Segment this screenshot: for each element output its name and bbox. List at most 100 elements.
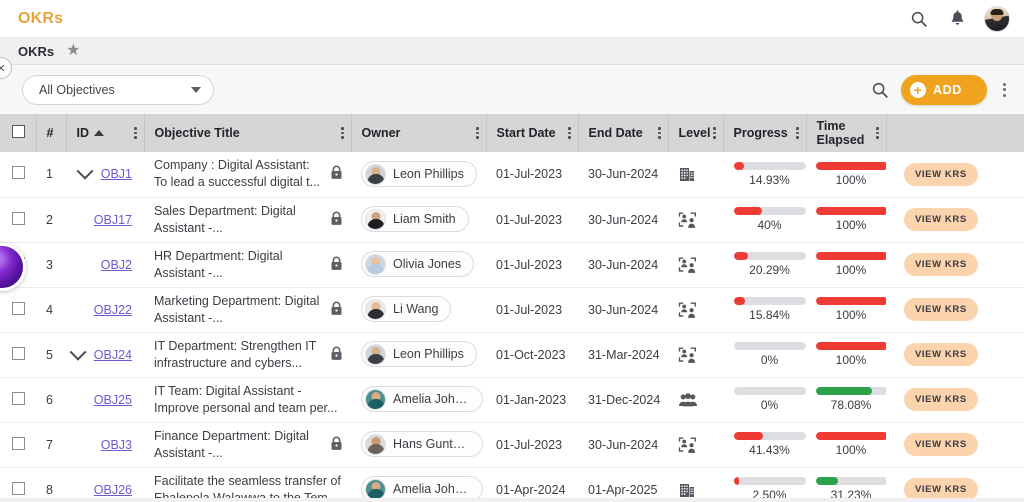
owner-avatar	[365, 164, 386, 185]
view-krs-button[interactable]: VIEW KRS	[904, 163, 978, 186]
objective-id-link[interactable]: OBJ22	[94, 303, 132, 317]
th-progress[interactable]: Progress	[723, 114, 806, 152]
table-row[interactable]: 4OBJ22Marketing Department: Digital Assi…	[0, 287, 1024, 332]
row-title-cell: Marketing Department: Digital Assistant …	[144, 287, 351, 332]
objective-id-link[interactable]: OBJ17	[94, 213, 132, 227]
objective-id-link[interactable]: OBJ25	[94, 393, 132, 407]
end-date: 31-Dec-2024	[588, 393, 660, 407]
select-all-checkbox[interactable]	[12, 125, 25, 138]
row-title-cell: Finance Department: Digital Assistant -.…	[144, 422, 351, 467]
table-search-icon[interactable]	[869, 79, 891, 101]
row-title-cell: IT Team: Digital Assistant - Improve per…	[144, 377, 351, 422]
objective-id-link[interactable]: OBJ2	[101, 258, 132, 272]
row-checkbox[interactable]	[12, 302, 25, 315]
column-menu-icon-elapsed[interactable]	[876, 127, 879, 139]
th-objective-title[interactable]: Objective Title	[144, 114, 351, 152]
time-elapsed-value: 100%	[816, 218, 886, 232]
objective-id-link[interactable]: OBJ1	[101, 167, 132, 181]
objective-id-link[interactable]: OBJ3	[101, 438, 132, 452]
row-progress-cell: 0%	[723, 332, 806, 377]
row-checkbox[interactable]	[12, 482, 25, 495]
row-id-cell: OBJ26	[66, 467, 144, 502]
table-row[interactable]: 2OBJ17Sales Department: Digital Assistan…	[0, 197, 1024, 242]
add-button[interactable]: + ADD	[901, 75, 987, 105]
view-krs-button[interactable]: VIEW KRS	[904, 208, 978, 231]
column-menu-icon-progress[interactable]	[796, 127, 799, 139]
search-icon[interactable]	[908, 8, 930, 30]
lock-icon	[330, 256, 343, 274]
row-checkbox[interactable]	[12, 437, 25, 450]
row-checkbox[interactable]	[12, 392, 25, 405]
owner-chip[interactable]: Hans Gunther	[361, 431, 483, 457]
th-id[interactable]: ID	[66, 114, 144, 152]
objective-title: IT Team: Digital Assistant - Improve per…	[154, 383, 343, 417]
row-progress-cell: 14.93%	[723, 152, 806, 197]
view-krs-button[interactable]: VIEW KRS	[904, 253, 978, 276]
level-department-icon	[678, 436, 723, 454]
table-row[interactable]: 5OBJ24IT Department: Strengthen IT infra…	[0, 332, 1024, 377]
lock-icon	[330, 346, 343, 364]
row-index-cell: 1	[36, 152, 66, 197]
view-krs-button[interactable]: VIEW KRS	[904, 343, 978, 366]
notification-bell-icon[interactable]	[946, 8, 968, 30]
view-krs-button[interactable]: VIEW KRS	[904, 298, 978, 321]
owner-chip[interactable]: Li Wang	[361, 296, 451, 322]
owner-chip[interactable]: Leon Phillips	[361, 161, 477, 187]
owner-chip[interactable]: Olivia Jones	[361, 251, 474, 277]
column-menu-icon-start[interactable]	[568, 127, 571, 139]
row-index: 5	[46, 348, 53, 362]
favorite-star-icon[interactable]: ★	[66, 43, 80, 59]
horizontal-scrollbar[interactable]	[0, 498, 1024, 502]
th-owner[interactable]: Owner	[351, 114, 486, 152]
owner-chip[interactable]: Amelia John...	[361, 386, 483, 412]
column-menu-icon-level[interactable]	[713, 127, 716, 139]
row-select-cell	[0, 152, 36, 197]
objective-id-link[interactable]: OBJ24	[94, 348, 132, 362]
lock-icon	[330, 165, 343, 183]
row-start-date-cell: 01-Jan-2023	[486, 377, 578, 422]
table-row[interactable]: 6OBJ25IT Team: Digital Assistant - Impro…	[0, 377, 1024, 422]
row-elapsed-cell: 100%	[806, 152, 886, 197]
start-date: 01-Jul-2023	[496, 438, 562, 452]
row-checkbox[interactable]	[12, 166, 25, 179]
view-krs-button[interactable]: VIEW KRS	[904, 433, 978, 456]
view-krs-button[interactable]: VIEW KRS	[904, 388, 978, 411]
row-checkbox[interactable]	[12, 347, 25, 360]
kebab-menu-icon[interactable]	[997, 79, 1012, 101]
expand-row-icon[interactable]	[72, 349, 84, 361]
column-menu-icon-id[interactable]	[134, 127, 137, 139]
level-department-icon	[678, 256, 723, 274]
row-end-date-cell: 30-Jun-2024	[578, 422, 668, 467]
expand-row-icon[interactable]	[79, 168, 91, 180]
th-start-date[interactable]: Start Date	[486, 114, 578, 152]
lock-icon	[330, 436, 343, 454]
owner-avatar	[365, 209, 386, 230]
column-menu-icon-end[interactable]	[658, 127, 661, 139]
table-row[interactable]: 3OBJ2HR Department: Digital Assistant -.…	[0, 242, 1024, 287]
table-row[interactable]: 8OBJ26Facilitate the seamless transfer o…	[0, 467, 1024, 502]
objective-id-link[interactable]: OBJ26	[94, 483, 132, 497]
owner-chip[interactable]: Leon Phillips	[361, 341, 477, 367]
row-select-cell	[0, 197, 36, 242]
row-checkbox[interactable]	[12, 212, 25, 225]
th-time-elapsed[interactable]: Time Elapsed	[806, 114, 886, 152]
column-menu-icon-owner[interactable]	[476, 127, 479, 139]
time-elapsed-bar	[816, 387, 888, 395]
th-end-date[interactable]: End Date	[578, 114, 668, 152]
th-level[interactable]: Level	[668, 114, 723, 152]
column-menu-icon-title[interactable]	[341, 127, 344, 139]
table-row[interactable]: 7OBJ3Finance Department: Digital Assista…	[0, 422, 1024, 467]
user-avatar[interactable]	[984, 6, 1010, 32]
owner-chip[interactable]: Liam Smith	[361, 206, 469, 232]
row-end-date-cell: 01-Apr-2025	[578, 467, 668, 502]
level-department-icon	[678, 211, 723, 229]
table-row[interactable]: 1OBJ1Company : Digital Assistant: To lea…	[0, 152, 1024, 197]
row-level-cell	[668, 422, 723, 467]
chevron-down-icon	[191, 87, 201, 93]
owner-name: Hans Gunther	[393, 437, 470, 451]
level-company-icon	[678, 165, 723, 183]
app-header: OKRs	[0, 0, 1024, 38]
objective-filter-select[interactable]: All Objectives	[22, 75, 214, 105]
row-start-date-cell: 01-Jul-2023	[486, 152, 578, 197]
time-elapsed-value: 100%	[816, 443, 886, 457]
